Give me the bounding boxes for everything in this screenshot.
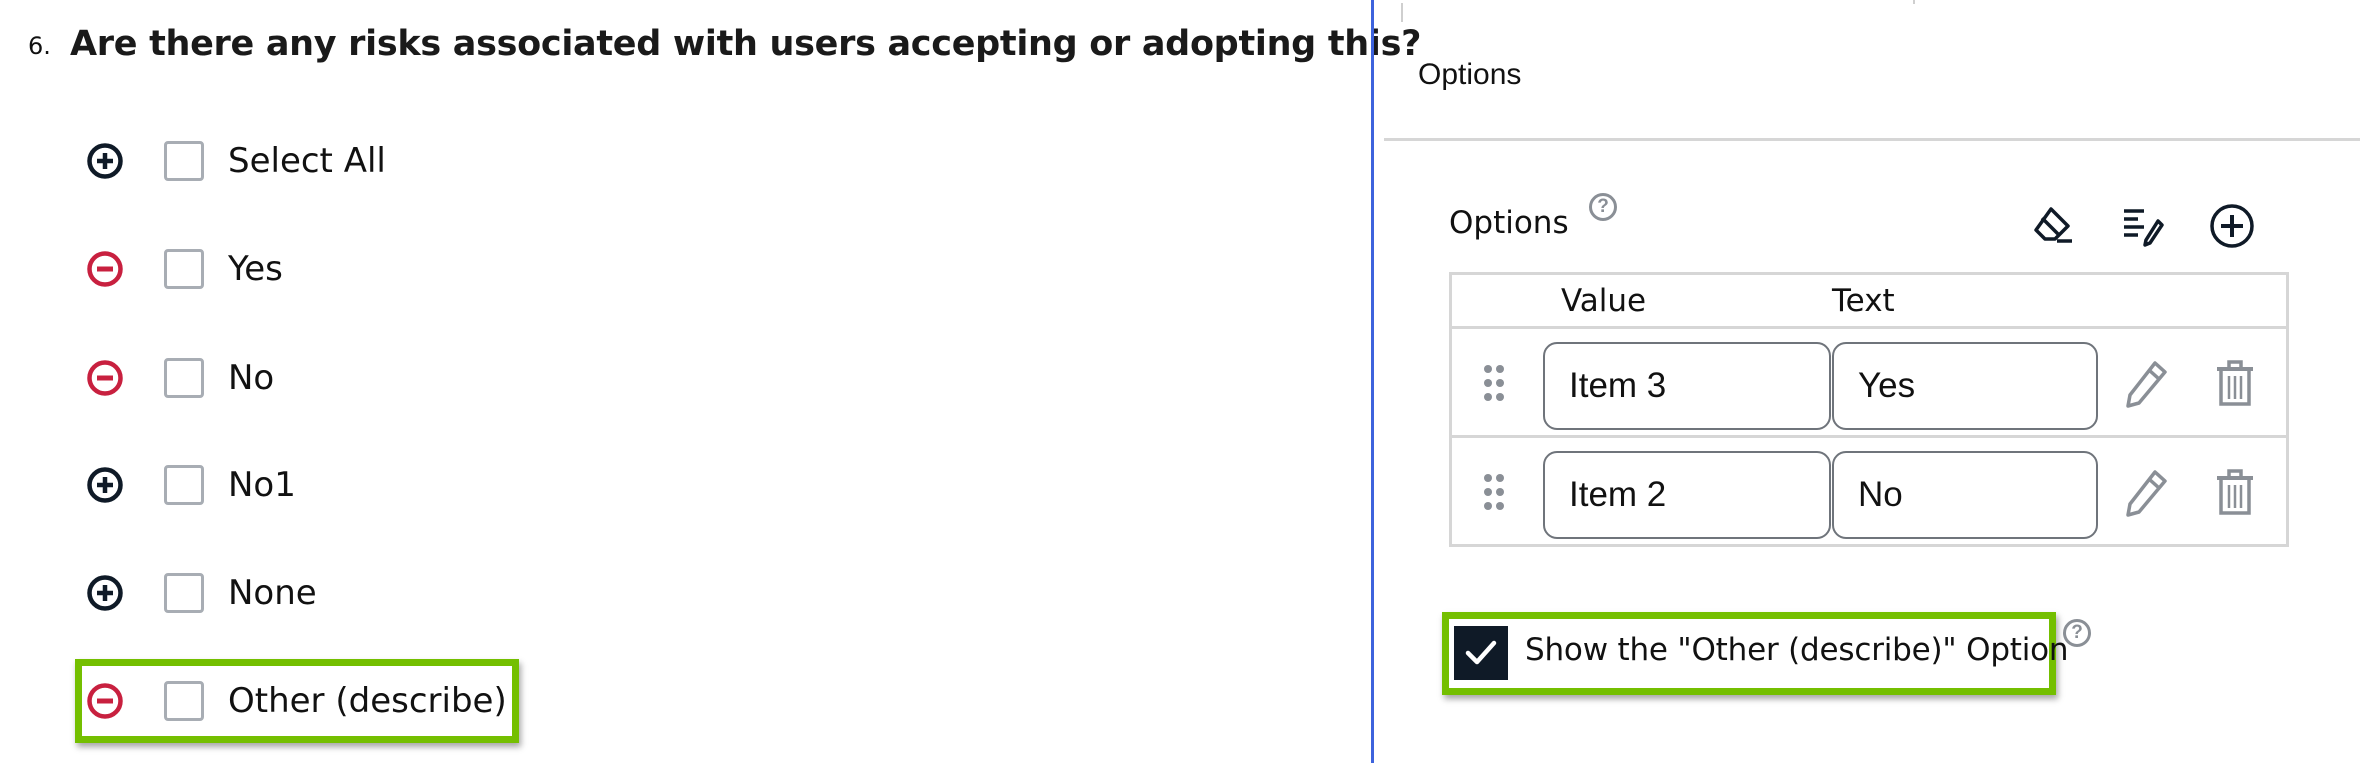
choice-label: No1 (228, 465, 296, 505)
table-row: Item 3 Yes (1452, 329, 2286, 438)
show-other-label[interactable]: Show the "Other (describe)" Option (1525, 632, 2069, 668)
trash-icon[interactable] (2208, 357, 2262, 411)
plus-circle-icon[interactable] (2205, 199, 2259, 253)
options-label: Options (1449, 205, 1569, 241)
show-other-checkbox[interactable] (1454, 626, 1508, 680)
options-table: Value Text Item 3 Yes Item 2 No (1449, 272, 2289, 547)
choice-no1: No1 (80, 450, 640, 520)
choice-label: Other (describe) (228, 681, 507, 721)
choice-checkbox[interactable] (164, 141, 204, 181)
column-header-value: Value (1561, 283, 1647, 319)
choice-checkbox[interactable] (164, 465, 204, 505)
help-icon[interactable]: ? (2063, 619, 2091, 647)
list-edit-icon[interactable] (2116, 199, 2170, 253)
panel-divider[interactable] (1371, 0, 1374, 763)
choice-label: Yes (228, 249, 283, 289)
choice-yes: Yes (80, 234, 640, 304)
section-separator (1384, 138, 2360, 141)
trash-icon[interactable] (2208, 466, 2262, 520)
choice-label: No (228, 358, 275, 398)
value-input[interactable]: Item 3 (1543, 342, 1831, 430)
drag-handle-icon[interactable] (1482, 363, 1506, 403)
choice-select-all: Select All (80, 126, 640, 196)
choice-checkbox[interactable] (164, 573, 204, 613)
column-header-text: Text (1832, 283, 1895, 319)
divider-line (1401, 3, 1403, 22)
add-choice-icon[interactable] (85, 465, 125, 505)
choice-none: None (80, 558, 640, 628)
choice-label: None (228, 573, 317, 613)
eraser-icon[interactable] (2027, 199, 2081, 253)
text-input[interactable]: No (1832, 451, 2098, 539)
pencil-icon[interactable] (2119, 466, 2173, 520)
table-row: Item 2 No (1452, 438, 2286, 547)
section-title[interactable]: Options (1418, 58, 1521, 92)
add-choice-icon[interactable] (85, 573, 125, 613)
choice-checkbox[interactable] (164, 358, 204, 398)
value-input[interactable]: Item 2 (1543, 451, 1831, 539)
choice-no: No (80, 343, 640, 413)
pencil-icon[interactable] (2119, 357, 2173, 411)
help-icon[interactable]: ? (1589, 193, 1617, 221)
table-header: Value Text (1452, 275, 2286, 329)
question-title: Are there any risks associated with user… (70, 24, 1422, 64)
checkmark-icon (1465, 640, 1497, 665)
drag-handle-icon[interactable] (1482, 472, 1506, 512)
choice-checkbox[interactable] (164, 249, 204, 289)
choice-other: Other (describe) (80, 666, 640, 736)
choice-checkbox[interactable] (164, 681, 204, 721)
remove-choice-icon[interactable] (85, 358, 125, 398)
remove-choice-icon[interactable] (85, 249, 125, 289)
question-number: 6. (28, 32, 51, 60)
add-choice-icon[interactable] (85, 141, 125, 181)
remove-choice-icon[interactable] (85, 681, 125, 721)
text-input[interactable]: Yes (1832, 342, 2098, 430)
choice-label: Select All (228, 141, 386, 181)
divider-line (1913, 0, 1915, 4)
